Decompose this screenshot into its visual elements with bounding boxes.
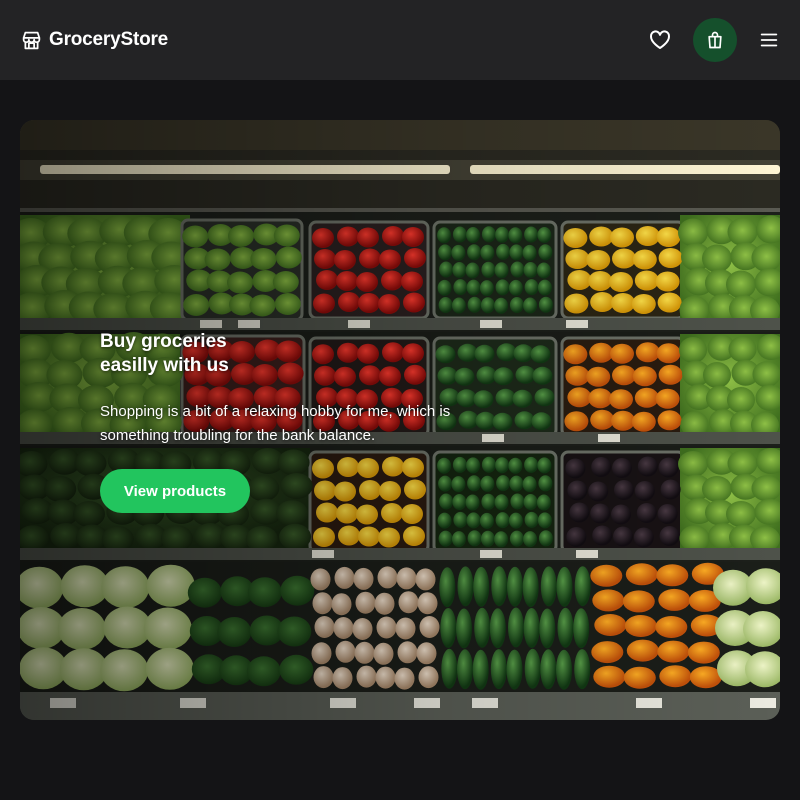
brand-logo[interactable]: GroceryStore [21, 29, 168, 51]
view-products-button[interactable]: View products [100, 469, 250, 513]
header-actions [648, 18, 780, 62]
hero-description: Shopping is a bit of a relaxing hobby fo… [100, 403, 451, 444]
storefront-icon [21, 30, 42, 51]
hero-content: Buy groceries easilly with us Shopping i… [100, 330, 500, 513]
hamburger-menu-icon [760, 33, 778, 47]
heart-icon [650, 30, 670, 49]
hero-title: Buy groceries easilly with us [100, 331, 229, 376]
cart-button[interactable] [693, 18, 737, 62]
brand-name: GroceryStore [49, 29, 169, 50]
shopping-bag-icon [708, 31, 722, 49]
menu-button[interactable] [758, 29, 780, 51]
hero-banner: Buy groceries easilly with us Shopping i… [20, 120, 780, 720]
top-nav: GroceryStore [0, 0, 800, 80]
favorites-button[interactable] [648, 28, 672, 52]
